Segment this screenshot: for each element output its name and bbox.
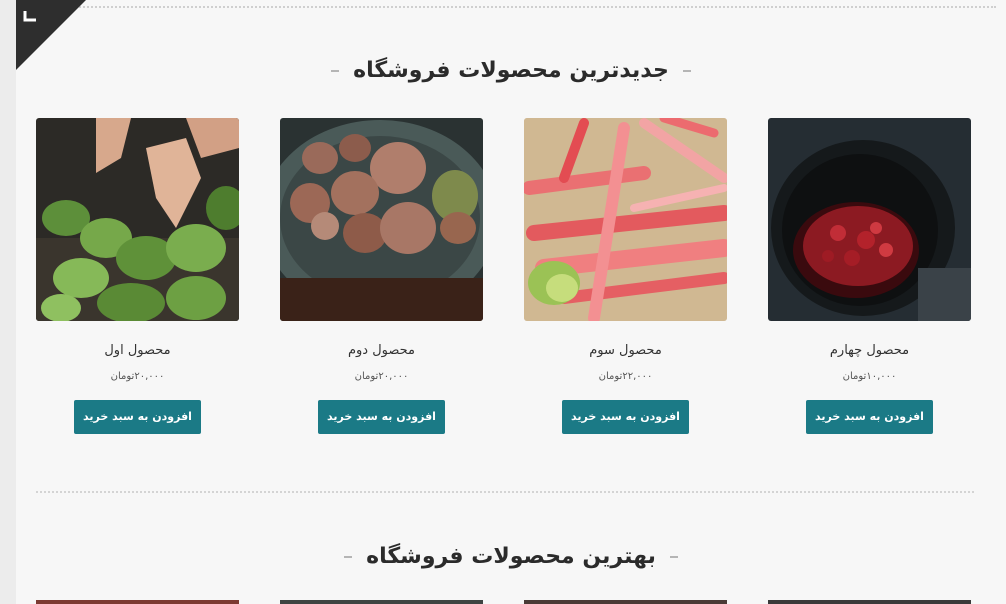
section-title-newest: جدیدترین محصولات فروشگاه [16,58,1006,83]
product-card-2: محصول دوم ۲۰,۰۰۰تومان افزودن به سبد خرید [280,118,483,434]
product-card-1: محصول اول ۲۰,۰۰۰تومان افزودن به سبد خرید [36,118,239,434]
product-name-4[interactable]: محصول چهارم [768,343,971,358]
product-name-1[interactable]: محصول اول [36,343,239,358]
product-image-4[interactable] [768,118,971,321]
add-to-cart-button-3[interactable]: افزودن به سبد خرید [562,400,689,434]
product-image-3[interactable] [524,118,727,321]
product-name-2[interactable]: محصول دوم [280,343,483,358]
title-dash-left [331,70,340,72]
product-name-3[interactable]: محصول سوم [524,343,727,358]
next-product-image-1 [36,600,239,604]
add-to-cart-button-4[interactable]: افزودن به سبد خرید [806,400,933,434]
title-dash-right [682,70,691,72]
product-price-2: ۲۰,۰۰۰تومان [354,371,409,382]
section-title-best: بهترین محصولات فروشگاه [16,544,1006,569]
section-title-best-text: بهترین محصولات فروشگاه [366,544,656,569]
section-divider [36,491,974,493]
title-dash-right [669,556,678,558]
product-card-3: محصول سوم ۲۲,۰۰۰تومان افزودن به سبد خرید [524,118,727,434]
add-to-cart-button-1[interactable]: افزودن به سبد خرید [74,400,201,434]
product-price-1: ۲۰,۰۰۰تومان [110,371,165,382]
title-dash-left [344,556,353,558]
product-price-4: ۱۰,۰۰۰تومان [842,371,897,382]
page: جدیدترین محصولات فروشگاه محصول چهارم ۱۰,… [16,0,1006,604]
product-price-3: ۲۲,۰۰۰تومان [598,371,653,382]
top-divider [56,6,996,8]
corner-toggle-icon[interactable] [16,0,86,70]
next-product-image-3 [524,600,727,604]
next-product-image-4 [768,600,971,604]
product-card-4: محصول چهارم ۱۰,۰۰۰تومان افزودن به سبد خر… [768,118,971,434]
section-title-newest-text: جدیدترین محصولات فروشگاه [353,58,669,83]
product-image-2[interactable] [280,118,483,321]
add-to-cart-button-2[interactable]: افزودن به سبد خرید [318,400,445,434]
product-image-1[interactable] [36,118,239,321]
next-product-image-2 [280,600,483,604]
